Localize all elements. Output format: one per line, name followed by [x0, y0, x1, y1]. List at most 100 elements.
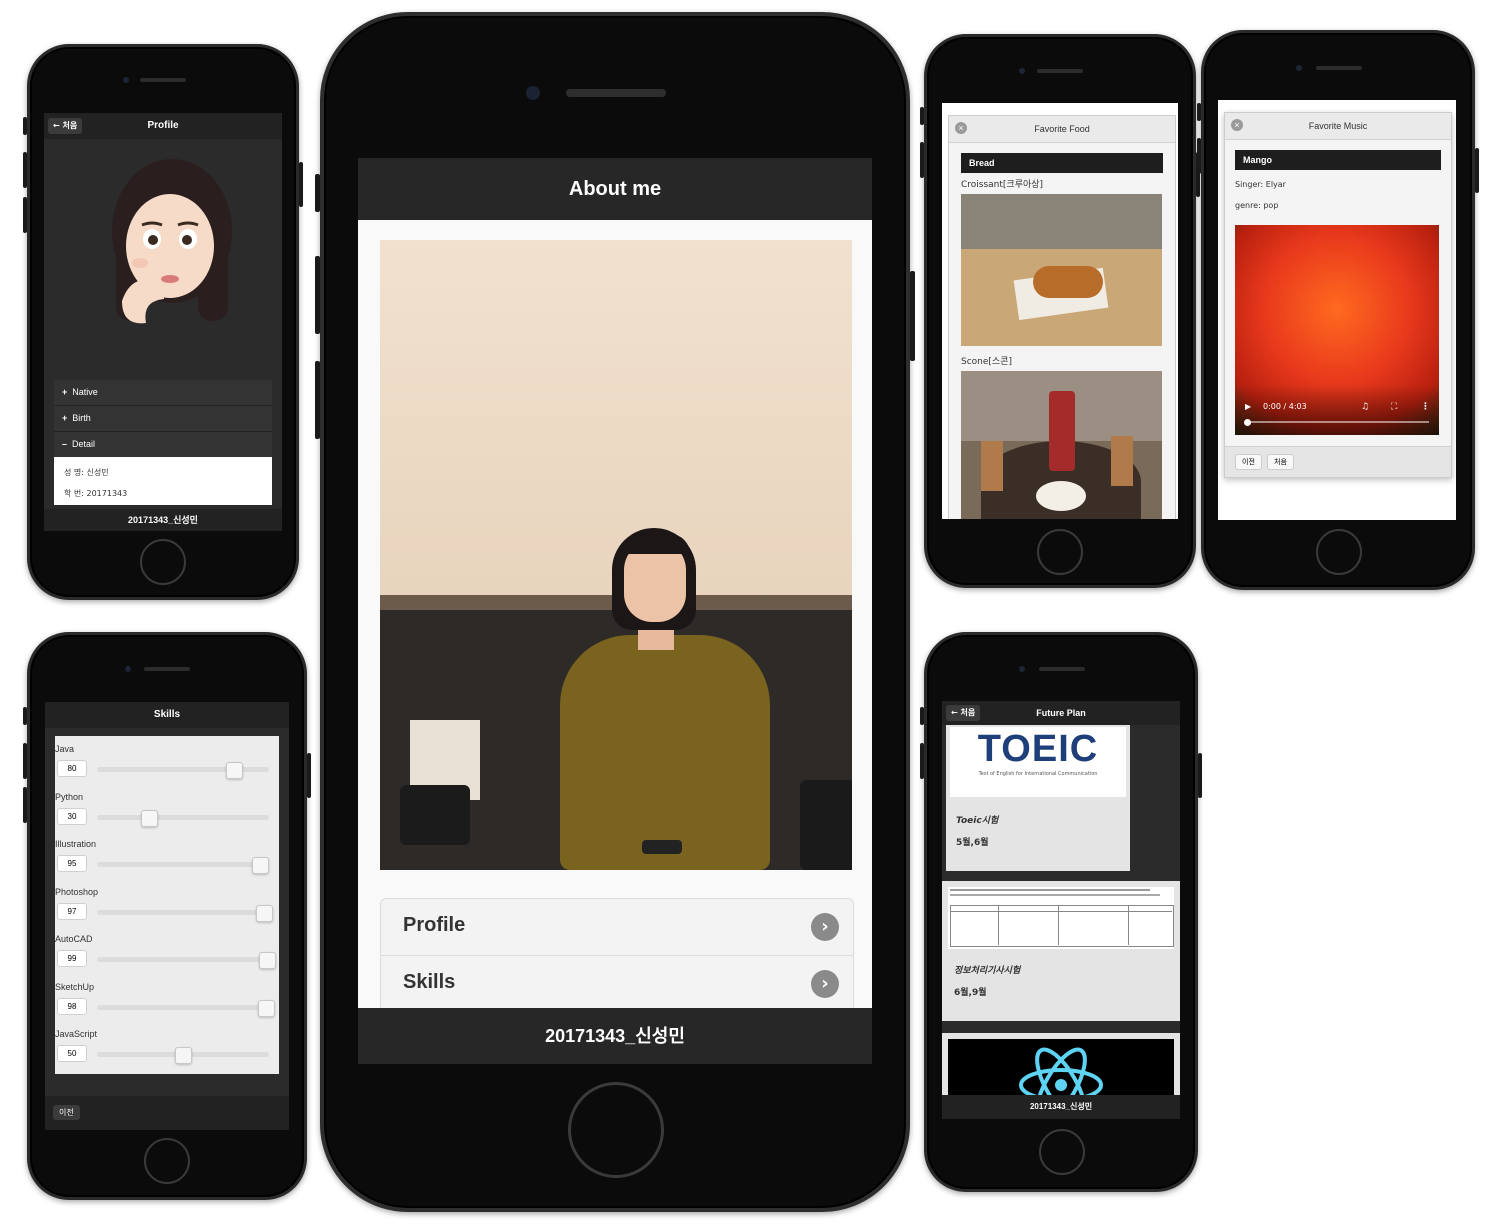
- dialog-header: × Favorite Music: [1225, 113, 1451, 140]
- skill-row-python: Python 30: [55, 790, 279, 836]
- accordion-item-detail[interactable]: – Detail: [54, 432, 272, 457]
- croissant-photo: [961, 194, 1162, 346]
- skill-row-photoshop: Photoshop 97: [55, 885, 279, 931]
- skill-label: Photoshop: [55, 887, 99, 897]
- singer-text: Singer: Elyar: [1235, 180, 1286, 189]
- skill-slider[interactable]: [97, 862, 269, 867]
- back-button[interactable]: ← 처음: [48, 118, 83, 134]
- slider-thumb[interactable]: [259, 952, 276, 969]
- seek-bar[interactable]: [1247, 421, 1429, 423]
- front-camera: [1019, 666, 1025, 672]
- accordion-label: Native: [72, 387, 98, 397]
- plan-title: Toeic시험: [956, 816, 999, 826]
- skill-value-input[interactable]: 80: [57, 760, 87, 777]
- exam-table-image: [948, 887, 1174, 949]
- react-logo-icon: [1019, 1047, 1103, 1097]
- slider-thumb[interactable]: [256, 905, 273, 922]
- plan-card-engineer[interactable]: 정보처리기사시험 6월,9월: [942, 881, 1180, 1021]
- detail-panel: 성 명: 신성민 학 번: 20171343: [54, 457, 272, 505]
- song-bar: Mango: [1235, 150, 1441, 170]
- plan-card-toeic[interactable]: TOEIC Test of English for International …: [946, 725, 1130, 871]
- accordion-item-birth[interactable]: + Birth: [54, 406, 272, 432]
- speaker: [566, 89, 666, 97]
- footer-text: 20171343_신성민: [1029, 1102, 1093, 1111]
- back-button[interactable]: ← 처음: [946, 705, 981, 721]
- scone-photo: [961, 371, 1162, 519]
- home-button[interactable]: [1039, 1129, 1085, 1175]
- profile-footer: 20171343_신성민: [44, 509, 282, 531]
- home-button[interactable]: [144, 1138, 190, 1184]
- home-button[interactable]: [1037, 529, 1083, 575]
- speaker: [1039, 667, 1085, 671]
- music-screen: × Favorite Music Mango Singer: Elyar gen…: [1218, 100, 1456, 520]
- plan-date: 5월,6월: [956, 838, 989, 848]
- skill-value-input[interactable]: 98: [57, 998, 87, 1015]
- fullscreen-icon[interactable]: ⛶: [1391, 402, 1397, 412]
- skills-screen: Skills Java 80 Python 30 Illustration 95: [45, 702, 289, 1130]
- slider-thumb[interactable]: [175, 1047, 192, 1064]
- skill-value-input[interactable]: 97: [57, 903, 87, 920]
- prev-button[interactable]: 이전: [1235, 454, 1262, 470]
- skill-label: Python: [55, 792, 84, 802]
- slider-thumb[interactable]: [252, 857, 269, 874]
- phone-music: × Favorite Music Mango Singer: Elyar gen…: [1197, 30, 1479, 590]
- skill-row-sketchup: SketchUp 98: [55, 980, 279, 1026]
- future-screen: ← 처음 Future Plan TOEIC Test of English f…: [942, 701, 1180, 1119]
- page-title: Future Plan: [1036, 708, 1086, 718]
- seek-thumb[interactable]: [1244, 419, 1251, 426]
- food-screen: × Favorite Food Bread Croissant[크루아상] Sc…: [942, 103, 1178, 519]
- video-player[interactable]: ▶ 0:00 / 4:03 ♫ ⛶ ⋮: [1235, 225, 1439, 435]
- accordion: + Native + Birth – Detail 성 명: 신성민 학 번: …: [54, 380, 272, 505]
- skill-row-java: Java 80: [55, 742, 279, 788]
- skill-slider[interactable]: [97, 957, 269, 962]
- prev-button[interactable]: 이전: [53, 1105, 80, 1120]
- page-title: Profile: [147, 120, 179, 131]
- arrow-left-icon: ←: [951, 708, 958, 717]
- skills-header: Skills: [45, 702, 289, 728]
- skill-slider[interactable]: [97, 815, 269, 820]
- skill-slider[interactable]: [97, 767, 269, 772]
- slider-thumb[interactable]: [141, 810, 158, 827]
- list-item-skills[interactable]: Skills ›: [381, 956, 853, 1012]
- home-button[interactable]: [568, 1082, 664, 1178]
- dialog-footer: 이전 처음: [1225, 446, 1451, 477]
- slider-thumb[interactable]: [226, 762, 243, 779]
- back-label: 처음: [62, 121, 78, 130]
- dialog-title: Favorite Food: [1034, 124, 1090, 134]
- food-item-label: Croissant[크루아상]: [961, 180, 1044, 190]
- main-screen: About me Profile › Skills › 20171343_신성민: [358, 158, 872, 1064]
- phone-skills: Skills Java 80 Python 30 Illustration 95: [23, 632, 311, 1200]
- close-icon[interactable]: ×: [1231, 119, 1243, 131]
- list-item-profile[interactable]: Profile ›: [381, 899, 853, 956]
- slider-thumb[interactable]: [258, 1000, 275, 1017]
- footer-text: 20171343_신성민: [128, 515, 198, 525]
- minus-icon: –: [62, 439, 68, 449]
- skill-value-input[interactable]: 99: [57, 950, 87, 967]
- detail-name: 성 명: 신성민: [64, 468, 109, 477]
- more-icon[interactable]: ⋮: [1421, 402, 1430, 412]
- close-icon[interactable]: ×: [955, 122, 967, 134]
- skill-value-input[interactable]: 30: [57, 808, 87, 825]
- speaker: [144, 667, 190, 671]
- skill-value-input[interactable]: 95: [57, 855, 87, 872]
- accordion-item-native[interactable]: + Native: [54, 380, 272, 406]
- skill-slider[interactable]: [97, 910, 269, 915]
- footer-text: 20171343_신성민: [545, 1026, 685, 1046]
- profile-photo: [380, 240, 852, 870]
- home-button[interactable]: [140, 539, 186, 585]
- profile-screen: ← 처음 Profile + Native + Birth – Detail 성…: [44, 113, 282, 531]
- main-header: About me: [358, 158, 872, 220]
- volume-icon[interactable]: ♫: [1361, 402, 1369, 412]
- home-label-button[interactable]: 처음: [1267, 454, 1294, 470]
- skill-value-input[interactable]: 50: [57, 1045, 87, 1062]
- dialog-header: × Favorite Food: [949, 116, 1175, 143]
- play-icon[interactable]: ▶: [1245, 402, 1251, 411]
- home-button[interactable]: [1316, 529, 1362, 575]
- chevron-right-icon: ›: [811, 913, 839, 941]
- skill-slider[interactable]: [97, 1005, 269, 1010]
- main-footer: 20171343_신성민: [358, 1008, 872, 1064]
- react-image: [948, 1039, 1174, 1097]
- skill-label: Illustration: [55, 839, 97, 849]
- front-camera: [1296, 65, 1302, 71]
- dialog-title: Favorite Music: [1308, 121, 1368, 131]
